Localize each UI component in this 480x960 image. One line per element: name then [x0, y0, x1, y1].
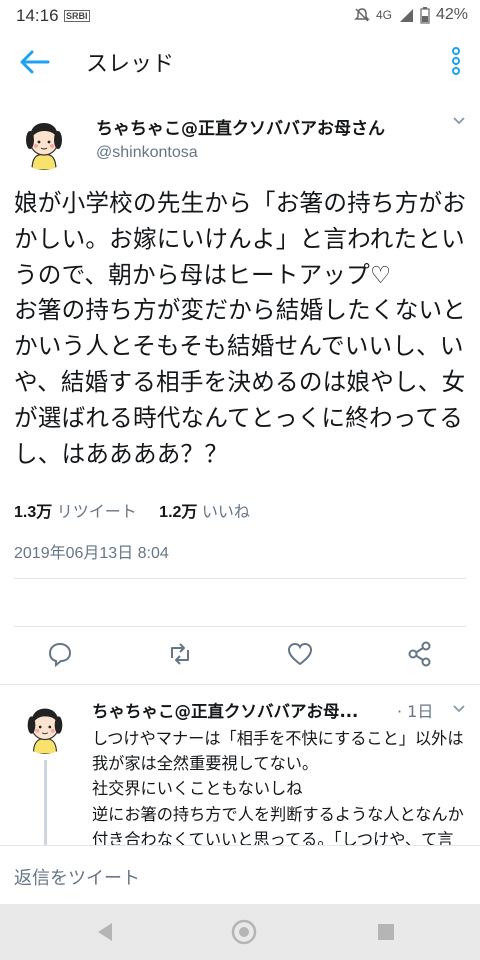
nav-back-icon[interactable] — [92, 918, 120, 946]
reply-time: · 1日 — [397, 702, 434, 721]
nav-recents-icon[interactable] — [372, 918, 400, 946]
retweet-stat[interactable]: 1.3万 リツイート — [14, 504, 141, 521]
like-icon[interactable] — [286, 640, 314, 668]
share-icon[interactable] — [406, 640, 434, 668]
retweet-label: リツイート — [56, 504, 137, 521]
avatar[interactable] — [16, 114, 72, 170]
status-icons: 4G 42% — [354, 6, 468, 24]
avatar-illustration-icon — [16, 114, 72, 170]
chevron-down-icon[interactable] — [452, 116, 466, 126]
divider — [14, 626, 466, 627]
like-count: 1.2万 — [159, 504, 198, 521]
chevron-down-icon[interactable] — [452, 704, 466, 714]
reply-input-placeholder[interactable]: 返信をツイート — [14, 864, 140, 890]
reply-tweet[interactable]: ちゃちゃこ@正直クソババアお母... · 1日 しつけやマナーは「相手を不快にす… — [0, 692, 480, 845]
tweet-text: 娘が小学校の先生から「お箸の持ち方がおかしい。お嫁にいけんよ」と言われたというの… — [14, 189, 467, 468]
reply-text: しつけやマナーは「相手を不快にすること」以外は我が家は全然重要視してない。 社交… — [92, 729, 464, 845]
tweet-timestamp: 2019年06月13日 8:04 — [14, 545, 169, 562]
reply-compose-bar[interactable]: 返信をツイート — [0, 845, 480, 902]
divider — [14, 578, 466, 579]
more-vertical-icon[interactable] — [446, 46, 466, 76]
reply-icon[interactable] — [46, 640, 74, 668]
status-bar: 14:16 SRBI 4G 42% — [0, 0, 480, 32]
mute-icon — [354, 8, 370, 22]
avatar-illustration-icon — [18, 700, 72, 754]
system-nav-bar — [0, 904, 480, 960]
author-handle[interactable]: @shinkontosa — [96, 144, 198, 162]
tweet-actions — [0, 632, 480, 676]
retweet-icon[interactable] — [166, 640, 194, 668]
divider — [0, 684, 480, 685]
nav-home-icon[interactable] — [230, 918, 258, 946]
like-stat[interactable]: 1.2万 いいね — [159, 504, 250, 521]
page-title: スレッド — [86, 52, 175, 77]
tweet-stats: 1.3万 リツイート 1.2万 いいね — [14, 498, 250, 522]
author-name[interactable]: ちゃちゃこ@正直クソババアお母さん — [96, 114, 385, 139]
thread-line — [44, 760, 47, 845]
carrier-icon: SRBI — [64, 10, 90, 22]
like-label: いいね — [201, 504, 250, 521]
network-type: 4G — [375, 8, 392, 22]
back-arrow-icon[interactable] — [18, 48, 52, 76]
reply-author-name[interactable]: ちゃちゃこ@正直クソババアお母... — [92, 698, 358, 722]
avatar[interactable] — [18, 700, 72, 754]
app-bar: スレッド — [0, 32, 480, 92]
battery-icon — [420, 6, 430, 24]
retweet-count: 1.3万 — [14, 504, 53, 521]
status-time: 14:16 — [16, 6, 59, 25]
battery-level: 42% — [435, 6, 468, 23]
signal-icon — [399, 9, 413, 22]
